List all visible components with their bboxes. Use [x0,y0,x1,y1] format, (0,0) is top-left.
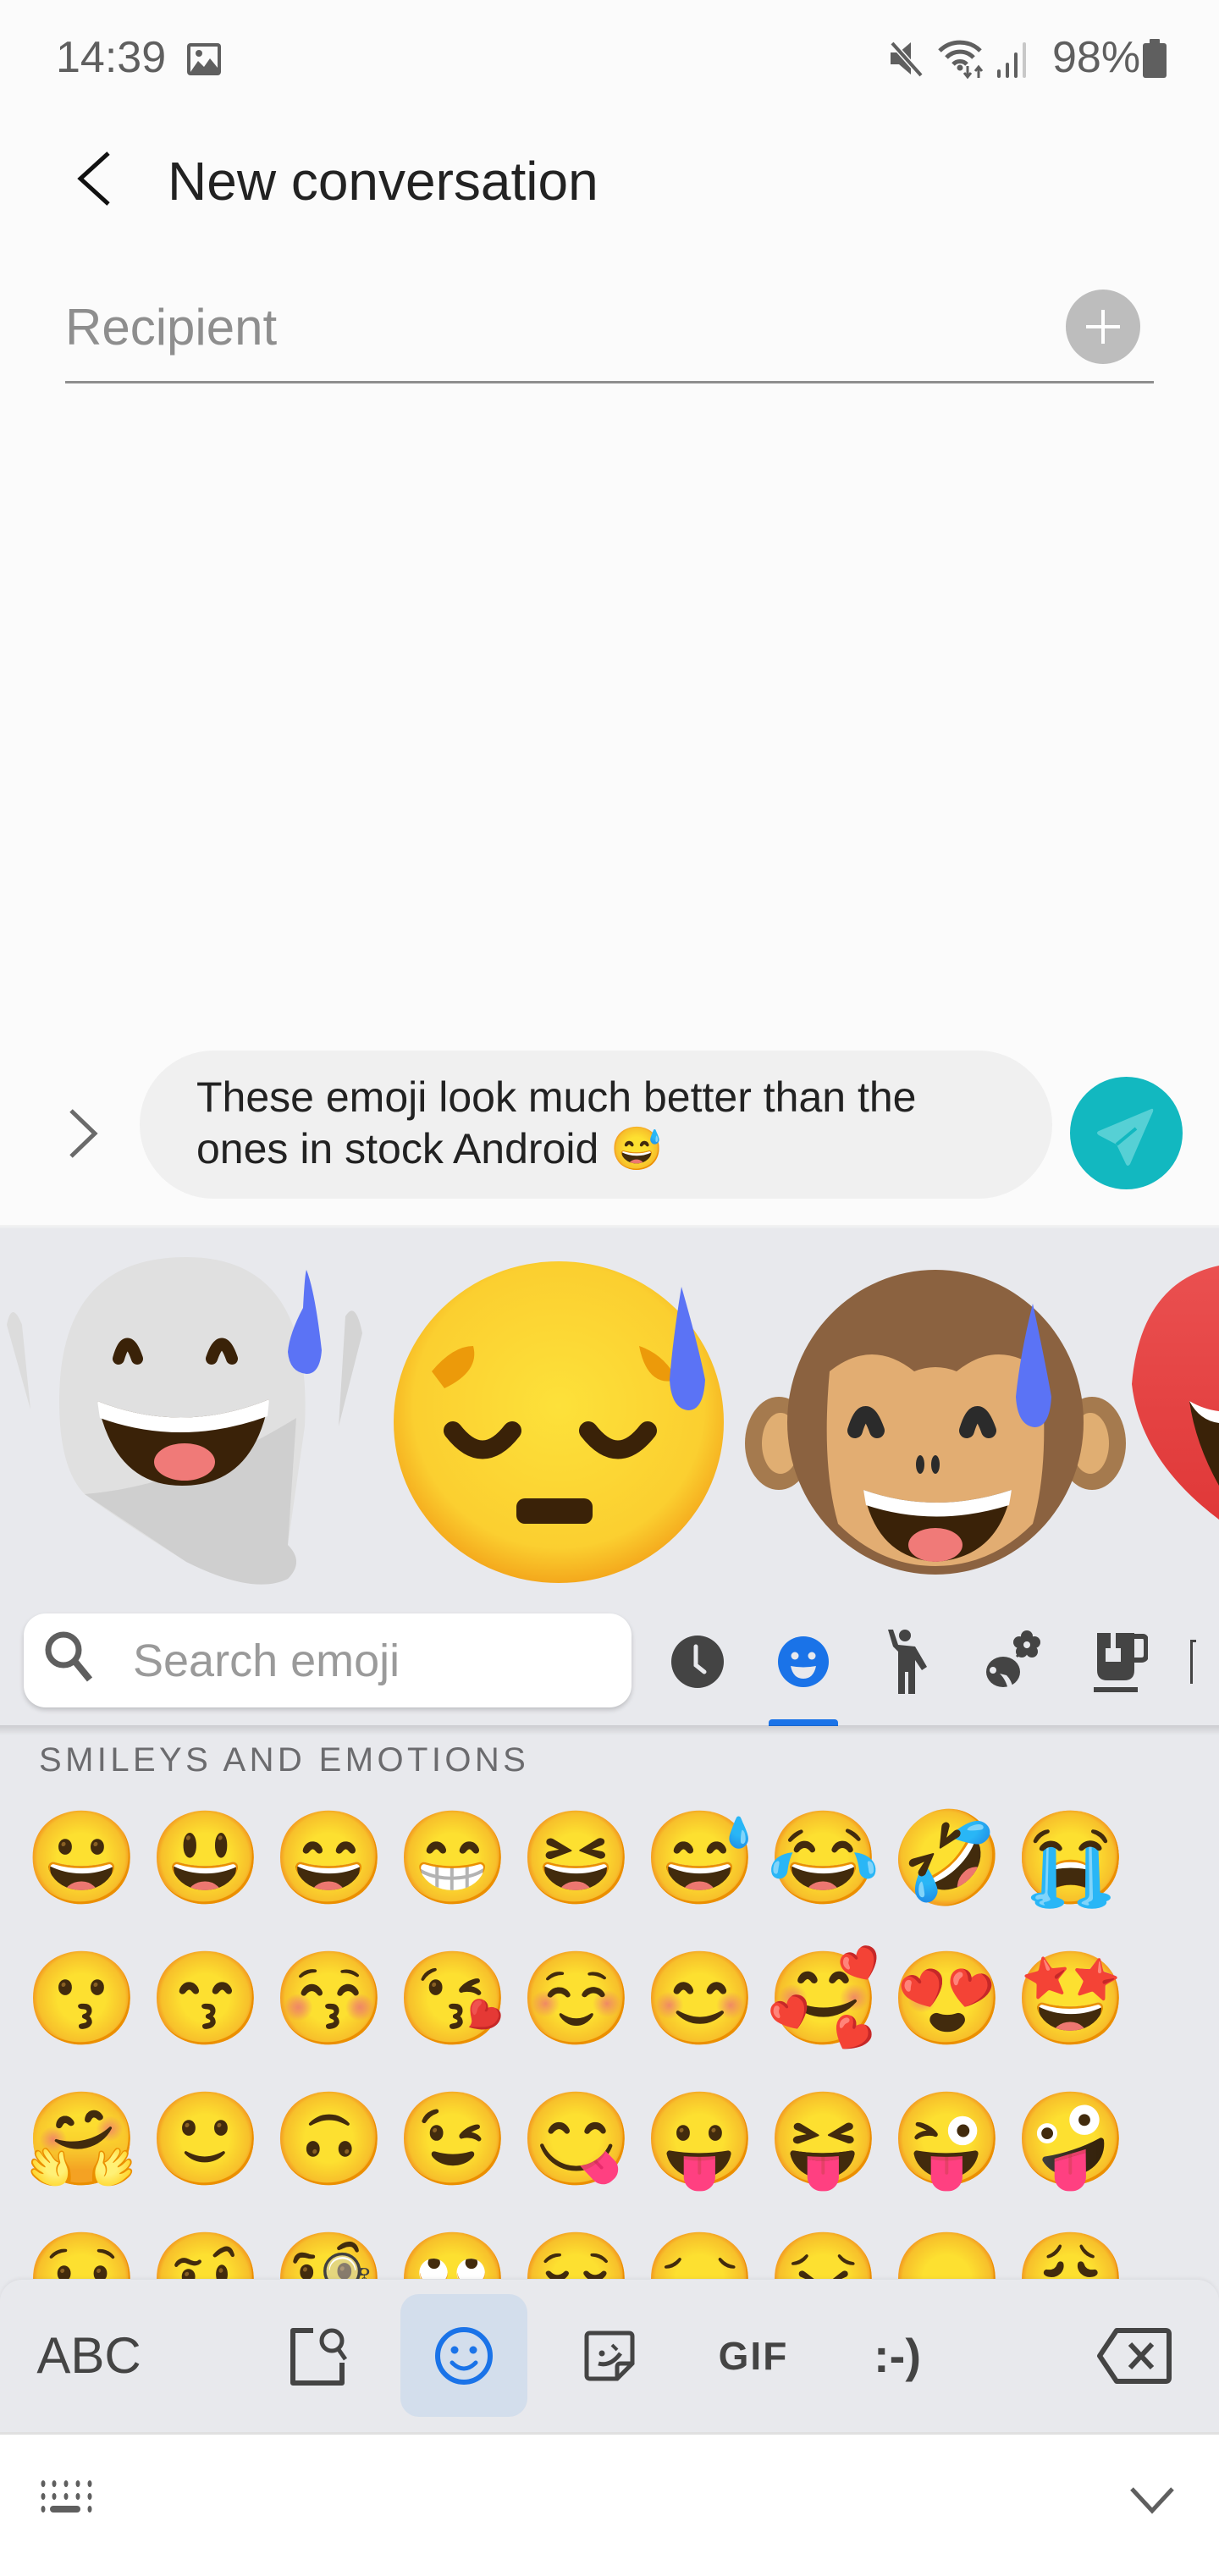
emoji-key[interactable]: 🙄 [394,2220,512,2279]
gif-button[interactable]: GIF [703,2294,804,2417]
suggestion-pensive-sweat[interactable] [385,1253,741,1591]
emoji-key[interactable]: 😝 [764,2080,883,2198]
emoji-search-input[interactable] [133,1634,607,1688]
emoji-key[interactable]: 🙃 [270,2080,389,2198]
emoji-key[interactable]: 😆 [517,1799,636,1917]
chevron-down-icon[interactable] [1128,2485,1176,2514]
emoji-key[interactable]: 😯 [23,2220,141,2279]
emoji-key[interactable]: 😙 [146,1939,265,2058]
page-title: New conversation [168,151,598,212]
emoji-key[interactable]: 😂 [764,1799,883,1917]
tab-travel[interactable] [1189,1624,1219,1700]
backspace-icon [1097,2327,1172,2384]
section-label: SMILEYS AND EMOTIONS [39,1741,530,1779]
tab-people[interactable] [870,1624,946,1700]
mute-icon [890,41,924,77]
emoji-key[interactable]: 🤩 [1012,1939,1130,2058]
suggestion-ghost-sweat[interactable] [0,1240,372,1596]
emoji-row: 😯🤨🧐🙄😌😔😣😞😩 [0,2220,1219,2279]
send-icon [1097,1108,1154,1166]
emoji-key[interactable]: 🤗 [23,2080,141,2198]
tab-recent[interactable] [659,1624,736,1700]
emoji-key[interactable]: 🥰 [764,1939,883,2058]
expand-chevron-icon[interactable] [66,1107,100,1160]
emoji-key[interactable]: 😀 [23,1799,141,1917]
emoji-key[interactable]: ☺️ [517,1939,636,2058]
emoji-row: 😗 😙 😚 😘 ☺️ 😊 🥰 😍 🤩 [0,1939,1219,2049]
emoji-key[interactable]: 🧐 [270,2220,389,2279]
person-icon [888,1630,927,1694]
message-input-text[interactable]: These emoji look much better than the on… [196,1072,1009,1175]
back-chevron-icon[interactable] [73,151,115,207]
emoji-key[interactable]: 😃 [146,1799,265,1917]
emoji-key[interactable]: 🤨 [146,2220,265,2279]
bitmoji-search-icon [290,2327,348,2386]
sticker-icon [584,2331,635,2380]
emoji-key[interactable]: 😚 [270,1939,389,2058]
recipient-underline [65,381,1154,383]
emoji-key[interactable]: 😉 [394,2080,512,2198]
emoji-button[interactable] [400,2294,527,2417]
keyboard-icon[interactable] [39,2480,95,2514]
emoji-key[interactable]: 😌 [517,2220,636,2279]
tab-animals-nature[interactable] [976,1624,1052,1700]
emoji-key[interactable]: 🤪 [1012,2080,1130,2198]
emoji-key[interactable]: 😜 [888,2080,1007,2198]
suggestion-heart[interactable] [1132,1266,1219,1528]
plus-icon [1086,310,1120,344]
emoji-key[interactable]: 🤣 [888,1799,1007,1917]
bitmoji-button[interactable] [269,2294,371,2417]
emoji-key[interactable]: 😣 [764,2220,883,2279]
emoji-key[interactable]: 😘 [394,1939,512,2058]
emoticon-button[interactable]: :-) [851,2294,944,2417]
travel-icon [1190,1640,1196,1684]
emoji-key[interactable]: 😔 [641,2220,759,2279]
emoji-key[interactable]: 😋 [517,2080,636,2198]
tab-food-drink[interactable] [1083,1624,1159,1700]
status-time: 14:39 [56,33,167,82]
wifi-icon [938,40,984,80]
tabs-divider [0,1725,1219,1735]
add-recipient-button[interactable] [1066,290,1140,364]
emoji-key[interactable]: 😅 [641,1799,759,1917]
emoji-key[interactable]: 😛 [641,2080,759,2198]
emoji-grid: 😀😃😄😁😆😅😂🤣😭 😗😙😚😘☺️😊🥰😍🤩 🤗🙂🙃😉😋😛😝😜🤪 😯🤨🧐🙄😌😔😣😞😩 [0,1786,1219,2279]
gallery-icon [187,43,221,75]
smiley-icon [778,1636,829,1687]
emoji-row: 🤗 🙂 🙃 😉 😋 😛 😝 😜 🤪 [0,2080,1219,2190]
emoji-key[interactable]: 😄 [270,1799,389,1917]
animals-icon [986,1630,1040,1692]
signal-icon [997,42,1026,78]
backspace-button[interactable] [1084,2294,1185,2417]
battery-percent: 98% [1052,33,1141,82]
recipient-input[interactable] [65,293,1039,361]
battery-icon [1143,39,1167,78]
emoji-key[interactable]: 😊 [641,1939,759,2058]
emoji-key[interactable]: 😩 [1012,2220,1130,2279]
emoji-suggestion-strip [0,1232,1219,1596]
emoji-key[interactable]: 😍 [888,1939,1007,2058]
clock-icon [671,1636,724,1688]
emoji-key[interactable]: 🙂 [146,2080,265,2198]
emoji-row: 😀 😃 😄 😁 😆 😅 😂 🤣 😭 [0,1799,1219,1909]
emoji-key[interactable]: 😭 [1012,1799,1130,1917]
emoji-key[interactable]: 😞 [888,2220,1007,2279]
system-nav-bar [0,2432,1219,2576]
search-icon [45,1631,93,1682]
abc-button[interactable]: ABC [17,2294,161,2417]
emoji-icon [435,2326,493,2385]
suggestion-monkey-sweat[interactable] [745,1270,1126,1583]
sticker-button[interactable] [559,2294,660,2417]
send-button[interactable] [1070,1077,1183,1189]
tab-smileys[interactable] [765,1624,841,1700]
emoji-key[interactable]: 😗 [23,1939,141,2058]
cup-icon [1094,1633,1148,1692]
emoji-key[interactable]: 😁 [394,1799,512,1917]
